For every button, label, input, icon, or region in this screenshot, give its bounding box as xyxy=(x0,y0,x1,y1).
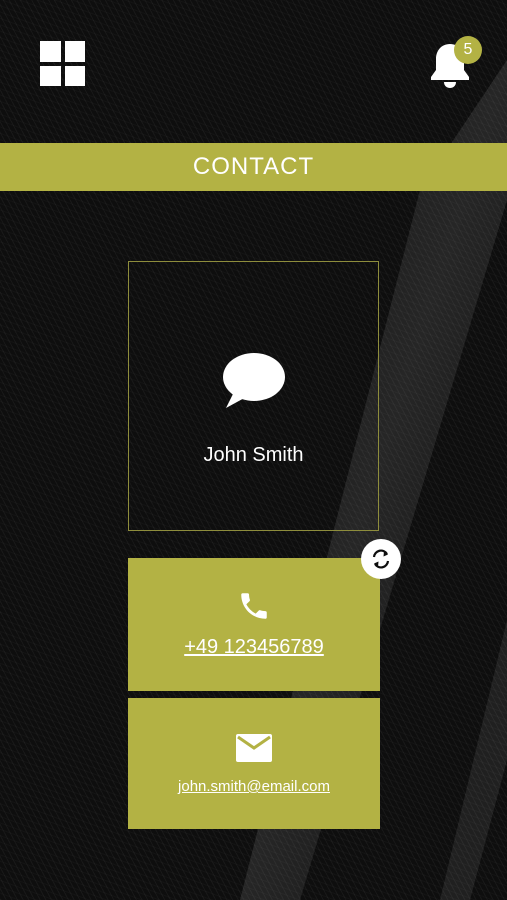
grid-icon-cell xyxy=(64,65,85,86)
grid-icon-cell xyxy=(40,41,61,62)
page-title-bar: CONTACT xyxy=(0,143,507,191)
contact-profile-card: John Smith xyxy=(128,261,379,531)
mail-icon xyxy=(236,734,272,762)
swap-button[interactable] xyxy=(361,539,401,579)
grid-icon-cell xyxy=(64,41,85,62)
email-address-link[interactable]: john.smith@email.com xyxy=(128,778,380,795)
notifications-button[interactable]: 5 xyxy=(428,36,486,88)
page-title: CONTACT xyxy=(192,153,315,180)
chat-bubble-icon xyxy=(223,353,285,408)
phone-number-link[interactable]: +49 123456789 xyxy=(128,636,380,659)
swap-icon xyxy=(372,549,390,569)
menu-button[interactable] xyxy=(40,41,85,86)
phone-card[interactable]: +49 123456789 xyxy=(128,558,380,691)
grid-icon-cell xyxy=(40,65,61,86)
email-card[interactable]: john.smith@email.com xyxy=(128,698,380,829)
notification-badge: 5 xyxy=(454,36,482,64)
phone-icon xyxy=(241,593,267,619)
contact-name: John Smith xyxy=(203,444,304,466)
